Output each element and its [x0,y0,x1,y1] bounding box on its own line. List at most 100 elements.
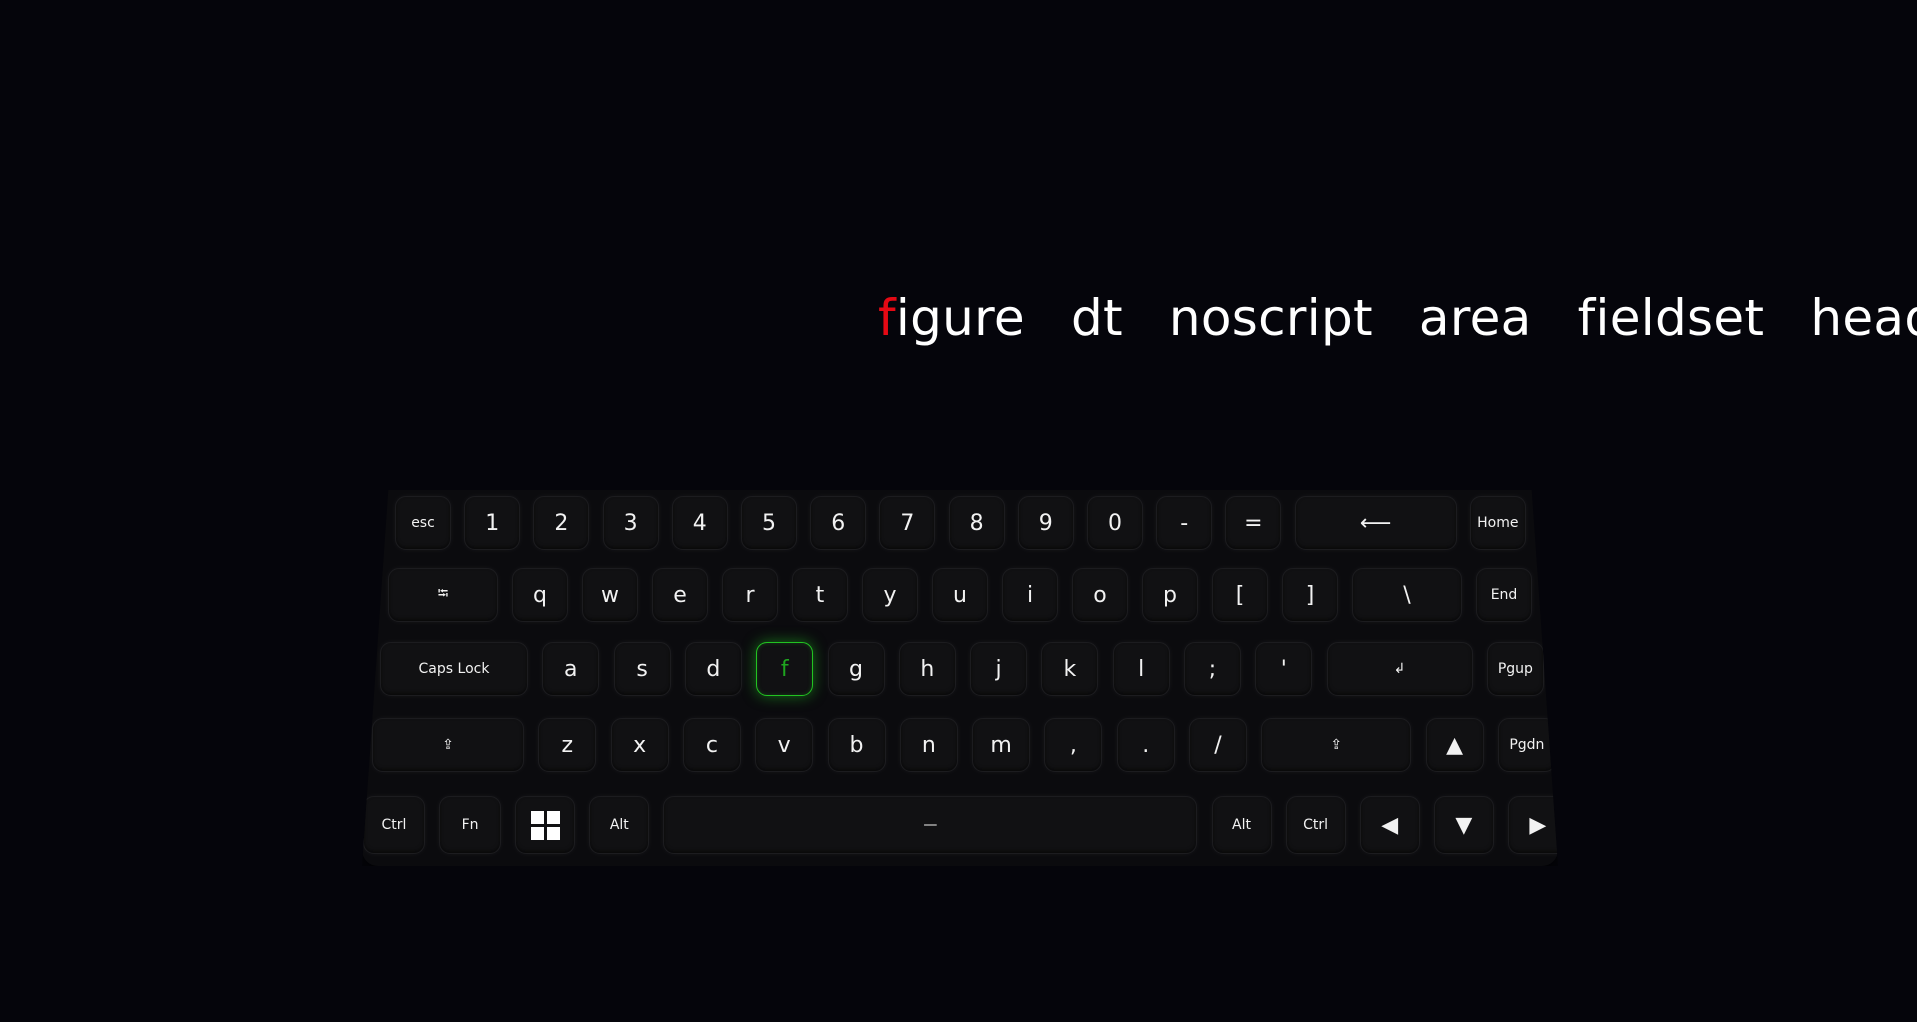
key-c[interactable]: c [682,718,741,772]
key-g[interactable]: g [827,642,885,696]
key-comma[interactable]: , [1044,718,1103,772]
key-enter[interactable]: ↲ [1326,642,1473,696]
key-label: z [561,732,574,758]
key-arrow-right[interactable]: ▶ [1507,796,1558,854]
key-label: Alt [609,817,629,833]
key-t[interactable]: t [792,568,848,622]
key-label: 0 [1108,510,1122,536]
key-9[interactable]: 9 [1017,496,1074,550]
key-label: ' [1280,656,1287,682]
key-label: ⟵ [1359,510,1392,536]
key-d[interactable]: d [684,642,742,696]
key-end[interactable]: End [1476,568,1532,622]
key-z[interactable]: z [538,718,597,772]
key-label: r [745,582,755,608]
key-6[interactable]: 6 [810,496,867,550]
key-label: k [1063,656,1077,682]
key-quote[interactable]: ' [1255,642,1313,696]
key-p[interactable]: p [1142,568,1198,622]
key-left-alt[interactable]: Alt [589,796,650,854]
key-label: l [1138,656,1145,682]
key-windows[interactable] [515,796,576,854]
key-e[interactable]: e [652,568,708,622]
key-label: g [849,656,863,682]
key-5[interactable]: 5 [741,496,797,550]
key-caps-lock[interactable]: Caps Lock [380,642,528,696]
windows-logo-icon [530,810,560,840]
key-label: ▲ [1446,732,1464,758]
key-esc[interactable]: esc [395,496,451,550]
key-b[interactable]: b [827,718,886,772]
key-f[interactable]: f [756,642,814,696]
key-2[interactable]: 2 [533,496,590,550]
key-i[interactable]: i [1002,568,1058,622]
remaining-characters: area [1418,289,1532,347]
key-v[interactable]: v [755,718,814,772]
key-x[interactable]: x [610,718,669,772]
key-3[interactable]: 3 [602,496,659,550]
key-w[interactable]: w [582,568,638,622]
key-l[interactable]: l [1112,642,1170,696]
key-semicolon[interactable]: ; [1184,642,1241,696]
key-period[interactable]: . [1116,718,1175,772]
key-j[interactable]: j [970,642,1028,696]
key-a[interactable]: a [542,642,600,696]
key-label: , [1069,732,1077,758]
key-arrow-up[interactable]: ▲ [1425,718,1484,772]
key-arrow-down[interactable]: ▼ [1433,796,1494,854]
key-pgup[interactable]: Pgup [1486,642,1544,696]
remaining-characters: noscript [1168,289,1373,347]
key-0[interactable]: 0 [1087,496,1143,550]
key-label: / [1214,732,1222,758]
key-label: Ctrl [381,817,407,833]
key-r[interactable]: r [722,568,778,622]
key-u[interactable]: u [932,568,988,622]
key-left-ctrl[interactable]: Ctrl [363,796,425,854]
key-4[interactable]: 4 [671,496,728,550]
key-pgdn[interactable]: Pgdn [1497,718,1556,772]
key-fn[interactable]: Fn [439,796,502,854]
word: dt [1071,283,1123,353]
key-y[interactable]: y [862,568,918,622]
key-n[interactable]: n [899,718,958,772]
key-slash[interactable]: / [1189,718,1247,772]
key-7[interactable]: 7 [879,496,936,550]
key-arrow-left[interactable]: ◀ [1359,796,1420,854]
remaining-characters: dt [1070,289,1123,347]
key-backslash[interactable]: \ [1352,568,1462,622]
key-s[interactable]: s [613,642,671,696]
key-label: 7 [900,510,915,536]
key-space[interactable]: — [663,796,1198,854]
key-k[interactable]: k [1041,642,1099,696]
key-tab[interactable]: ⭾ [388,568,498,622]
key-h[interactable]: h [898,642,956,696]
key-label: esc [411,515,435,531]
key-q[interactable]: q [512,568,568,622]
key-label: Alt [1232,817,1251,833]
key-label: e [673,582,687,608]
key-minus[interactable]: - [1156,496,1213,550]
key-m[interactable]: m [972,718,1031,772]
key-right-bracket[interactable]: ] [1282,568,1338,622]
key-equals[interactable]: = [1225,496,1282,550]
key-o[interactable]: o [1072,568,1128,622]
key-left-shift[interactable]: ⇪ [372,718,524,772]
key-right-shift[interactable]: ⇪ [1261,718,1412,772]
key-label: ◀ [1381,812,1399,838]
key-label: v [777,732,791,758]
key-label: n [921,732,936,758]
key-label: 9 [1038,510,1053,536]
key-label: ⇪ [442,737,454,753]
key-label: m [990,732,1012,758]
key-label: Pgdn [1509,737,1545,753]
key-right-ctrl[interactable]: Ctrl [1285,796,1346,854]
typed-characters: f [878,289,896,347]
key-backspace[interactable]: ⟵ [1294,496,1457,550]
key-home[interactable]: Home [1469,496,1526,550]
key-8[interactable]: 8 [948,496,1005,550]
key-label: Caps Lock [418,661,490,677]
key-left-bracket[interactable]: [ [1212,568,1268,622]
key-right-alt[interactable]: Alt [1211,796,1272,854]
key-1[interactable]: 1 [464,496,521,550]
key-label: 3 [623,510,638,536]
